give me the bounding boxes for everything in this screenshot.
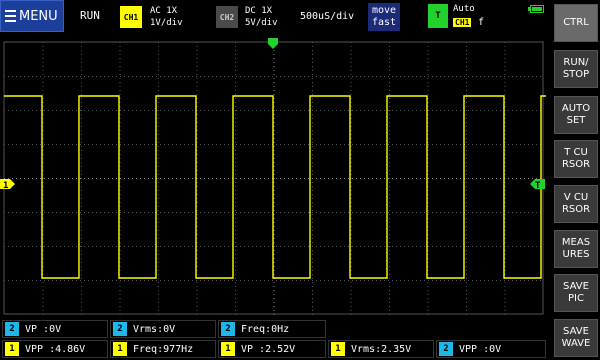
channel-badge: 1 [5, 342, 19, 356]
trigger-source[interactable]: CH1 [453, 18, 472, 27]
ch1-scale: 1V/div [150, 18, 183, 28]
menu-label: MENU [19, 8, 58, 24]
measurement-value: VPP :0V [459, 343, 502, 355]
save-pic-button[interactable]: SAVE PIC [554, 274, 598, 312]
ch1-marker-label: 1 [3, 181, 8, 191]
trigger-marker-label: T [535, 181, 541, 191]
ch2-coupling: DC 1X [245, 6, 273, 16]
measurement-ch2-freq[interactable]: 2 Freq:0Hz [218, 320, 326, 338]
measurement-value: Vrms:0V [133, 323, 176, 335]
ch2-scale: 5V/div [245, 18, 278, 28]
channel-badge: 1 [113, 342, 127, 356]
measurement-ch1-vpp[interactable]: 1 VPP :4.86V [2, 340, 108, 358]
ch2-settings[interactable]: DC 1X 5V/div [245, 5, 278, 29]
move-speed-button[interactable]: move fast [368, 3, 400, 31]
save-wave-button[interactable]: SAVE WAVE [554, 319, 598, 357]
menu-button[interactable]: MENU [0, 0, 64, 32]
measures-button[interactable]: MEAS URES [554, 230, 598, 268]
waveform-display[interactable]: 1 T [0, 34, 550, 318]
right-sidebar: CTRL RUN/ STOP AUTO SET T CU RSOR V CU R… [550, 0, 600, 360]
ch1-badge[interactable]: CH1 [120, 6, 142, 28]
measurement-ch1-vp[interactable]: 1 VP :2.52V [218, 340, 326, 358]
time-cursor-button[interactable]: T CU RSOR [554, 140, 598, 178]
measurement-value: VPP :4.86V [25, 343, 86, 355]
channel-badge: 1 [331, 342, 345, 356]
battery-icon [528, 5, 544, 13]
measurement-value: Vrms:2.35V [351, 343, 412, 355]
voltage-cursor-button[interactable]: V CU RSOR [554, 185, 598, 223]
channel-badge: 2 [439, 342, 453, 356]
trigger-edge-icon: f [478, 17, 485, 28]
top-status-bar: MENU RUN CH1 AC 1X 1V/div CH2 DC 1X 5V/d… [0, 0, 550, 34]
measurement-ch1-vrms[interactable]: 1 Vrms:2.35V [328, 340, 434, 358]
measurement-value: Freq:977Hz [133, 343, 194, 355]
measurement-ch1-freq[interactable]: 1 Freq:977Hz [110, 340, 216, 358]
run-stop-button[interactable]: RUN/ STOP [554, 50, 598, 88]
channel-badge: 1 [221, 342, 235, 356]
ch1-settings[interactable]: AC 1X 1V/div [150, 5, 183, 29]
measurement-ch2-vrms[interactable]: 2 Vrms:0V [110, 320, 216, 338]
measurement-value: Freq:0Hz [241, 323, 290, 335]
move-label: move [371, 5, 397, 16]
trigger-badge[interactable]: T [428, 4, 448, 28]
channel-badge: 2 [5, 322, 19, 336]
trigger-mode[interactable]: Auto [453, 4, 475, 14]
timebase[interactable]: 500uS/div [300, 11, 354, 22]
measurement-value: VP :2.52V [241, 343, 296, 355]
channel-badge: 2 [113, 322, 127, 336]
channel-badge: 2 [221, 322, 235, 336]
ch1-coupling: AC 1X [150, 6, 178, 16]
measurement-value: VP :0V [25, 323, 62, 335]
measurement-ch2-vpp[interactable]: 2 VPP :0V [436, 340, 546, 358]
ch2-badge[interactable]: CH2 [216, 6, 238, 28]
speed-label: fast [371, 17, 397, 28]
hamburger-icon [5, 10, 16, 22]
measurement-ch2-vp[interactable]: 2 VP :0V [2, 320, 108, 338]
auto-set-button[interactable]: AUTO SET [554, 96, 598, 134]
ctrl-button[interactable]: CTRL [554, 4, 598, 42]
